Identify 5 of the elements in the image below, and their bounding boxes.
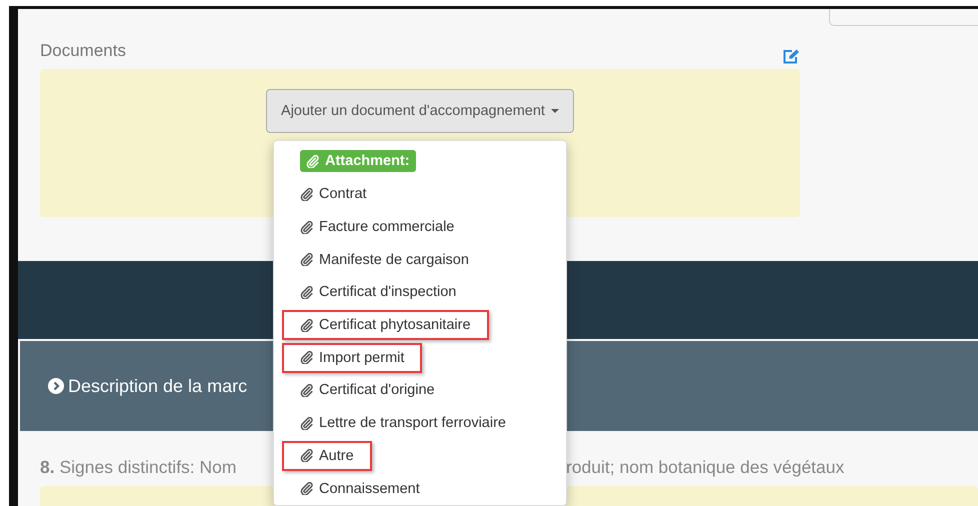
attachment-badge: Attachment: (300, 150, 416, 172)
section-title: Documents (40, 41, 126, 61)
section-title: Description de la marc (68, 376, 248, 396)
field-label: roduit; nom botanique des végétaux (566, 457, 846, 478)
field-label: 8. Signes distinctifs: Nom (40, 457, 238, 478)
